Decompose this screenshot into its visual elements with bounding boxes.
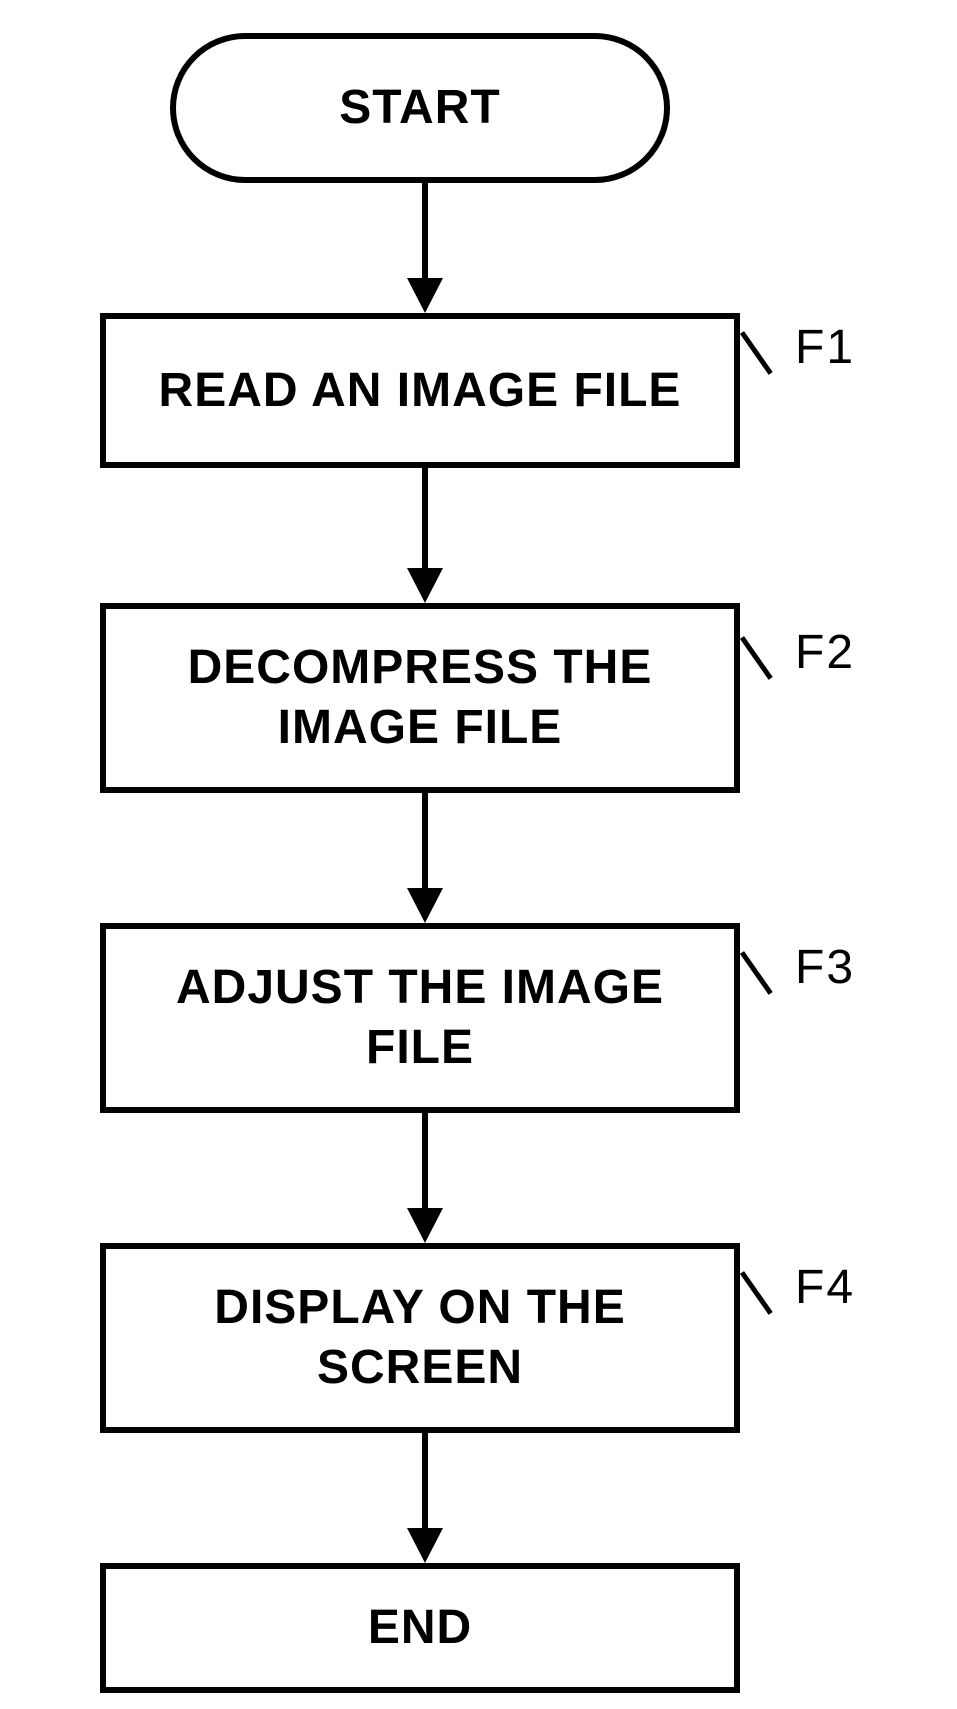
flowchart-canvas: START READ AN IMAGE FILE F1 DECOMPRESS T… bbox=[0, 0, 957, 1709]
end-text: END bbox=[368, 1598, 472, 1658]
label-f4: F4 bbox=[795, 1260, 855, 1315]
arrow-start-f1 bbox=[415, 183, 435, 313]
tick-f2 bbox=[742, 605, 780, 665]
arrow-f1-f2 bbox=[415, 468, 435, 603]
process-f4: DISPLAY ON THE SCREEN bbox=[100, 1243, 740, 1433]
process-f2: DECOMPRESS THE IMAGE FILE bbox=[100, 603, 740, 793]
arrow-f2-f3 bbox=[415, 793, 435, 923]
label-f3: F3 bbox=[795, 940, 855, 995]
start-text: START bbox=[339, 78, 500, 138]
tick-f4 bbox=[742, 1240, 780, 1300]
process-f1: READ AN IMAGE FILE bbox=[100, 313, 740, 468]
process-f2-text: DECOMPRESS THE IMAGE FILE bbox=[106, 638, 734, 758]
terminator-start: START bbox=[170, 33, 670, 183]
tick-f1 bbox=[742, 300, 780, 360]
label-f2: F2 bbox=[795, 625, 855, 680]
arrow-f4-end bbox=[415, 1433, 435, 1563]
process-f3: ADJUST THE IMAGE FILE bbox=[100, 923, 740, 1113]
label-f1: F1 bbox=[795, 320, 855, 375]
terminator-end: END bbox=[100, 1563, 740, 1693]
process-f3-text: ADJUST THE IMAGE FILE bbox=[106, 958, 734, 1078]
arrow-f3-f4 bbox=[415, 1113, 435, 1243]
process-f1-text: READ AN IMAGE FILE bbox=[159, 361, 682, 421]
tick-f3 bbox=[742, 920, 780, 980]
process-f4-text: DISPLAY ON THE SCREEN bbox=[106, 1278, 734, 1398]
